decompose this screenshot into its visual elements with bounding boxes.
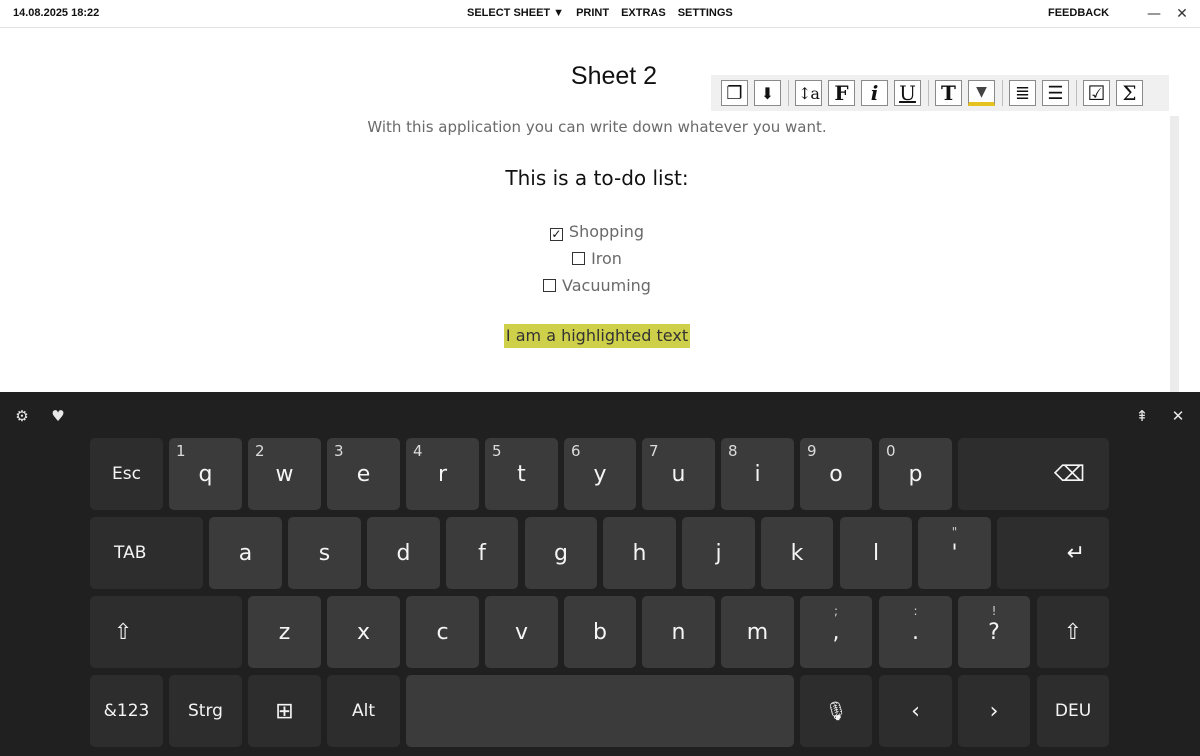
format-toolbar: ❐ ⬇ ↕a F i U T ▼ ≣ ☰ ☑ Σ (711, 75, 1169, 111)
checkbox-checked-icon[interactable]: ✓ (549, 228, 563, 241)
key-m[interactable]: m (721, 596, 794, 668)
key-space[interactable] (406, 675, 794, 747)
font-size-icon[interactable]: ↕a (795, 80, 822, 106)
key-o[interactable]: 9o (800, 438, 872, 510)
checkbox-unchecked-icon[interactable] (572, 252, 586, 265)
microphone-icon: 🎙 (824, 700, 848, 722)
key-y[interactable]: 6y (564, 438, 636, 510)
key-b[interactable]: b (564, 596, 636, 668)
key-x[interactable]: x (327, 596, 400, 668)
datetime-label: 14.08.2025 18:22 (13, 7, 100, 19)
todo-item[interactable]: Vacuuming (0, 276, 1194, 295)
key-u[interactable]: 7u (642, 438, 715, 510)
backspace-icon: ⌫ (1053, 461, 1085, 487)
bold-icon[interactable]: F (828, 80, 855, 106)
key-w[interactable]: 2w (248, 438, 321, 510)
close-icon[interactable]: ✕ (1172, 4, 1192, 24)
key-esc[interactable]: Esc (90, 438, 163, 510)
minimize-icon[interactable]: — (1144, 4, 1164, 24)
key-backspace[interactable]: ⌫ (958, 438, 1109, 510)
todo-item[interactable]: ✓ Shopping (0, 222, 1194, 241)
toolbar-divider (1002, 80, 1003, 106)
checkbox-unchecked-icon[interactable] (543, 279, 557, 292)
key-question[interactable]: !? (958, 596, 1030, 668)
key-c[interactable]: c (406, 596, 479, 668)
key-f[interactable]: f (446, 517, 518, 589)
document-area[interactable]: Sheet 2 ❐ ⬇ ↕a F i U T ▼ ≣ ☰ ☑ Σ With th… (0, 28, 1200, 392)
key-a[interactable]: a (209, 517, 282, 589)
key-s[interactable]: s (288, 517, 361, 589)
checkbox-icon[interactable]: ☑ (1083, 80, 1110, 106)
main-menu: SELECT SHEET ▼ PRINT EXTRAS SETTINGS (467, 7, 733, 19)
todo-label: Shopping (568, 222, 645, 241)
key-period[interactable]: :. (879, 596, 952, 668)
toolbar-divider (788, 80, 789, 106)
emoji-icon[interactable]: ♥ (48, 406, 68, 426)
close-keyboard-icon[interactable]: ✕ (1168, 406, 1188, 426)
bullet-list-icon[interactable]: ☰ (1042, 80, 1069, 106)
app-top-bar: 14.08.2025 18:22 SELECT SHEET ▼ PRINT EX… (0, 0, 1200, 28)
menu-select-sheet[interactable]: SELECT SHEET ▼ (467, 7, 564, 19)
highlighted-text: I am a highlighted text (504, 324, 690, 348)
key-q[interactable]: 1q (169, 438, 242, 510)
menu-settings[interactable]: SETTINGS (678, 7, 733, 19)
key-t[interactable]: 5t (485, 438, 558, 510)
highlighter-icon[interactable]: ▼ (968, 80, 995, 106)
key-g[interactable]: g (525, 517, 597, 589)
key-v[interactable]: v (485, 596, 558, 668)
key-arrow-left[interactable]: ‹ (879, 675, 952, 747)
key-ctrl[interactable]: Strg (169, 675, 242, 747)
key-shift-right[interactable]: ⇧ (1037, 596, 1109, 668)
todo-label: Iron (591, 249, 622, 268)
underline-icon[interactable]: U (894, 80, 921, 106)
key-h[interactable]: h (603, 517, 676, 589)
copy-format-icon[interactable]: ❐ (721, 80, 748, 106)
key-windows[interactable]: ⊞ (248, 675, 321, 747)
key-enter[interactable]: ↵ (997, 517, 1109, 589)
italic-icon[interactable]: i (861, 80, 888, 106)
download-icon[interactable]: ⬇ (754, 80, 781, 106)
key-arrow-right[interactable]: › (958, 675, 1030, 747)
key-language[interactable]: DEU (1037, 675, 1109, 747)
todo-label: Vacuuming (562, 276, 651, 295)
key-z[interactable]: z (248, 596, 321, 668)
key-e[interactable]: 3e (327, 438, 400, 510)
shift-icon: ⇧ (1063, 619, 1083, 645)
key-l[interactable]: l (840, 517, 912, 589)
key-r[interactable]: 4r (406, 438, 479, 510)
sum-icon[interactable]: Σ (1116, 80, 1143, 106)
menu-print[interactable]: PRINT (576, 7, 609, 19)
key-apostrophe[interactable]: " ' (918, 517, 991, 589)
key-tab[interactable]: TAB (90, 517, 203, 589)
todo-item[interactable]: Iron (0, 249, 1194, 268)
shift-icon: ⇧ (114, 619, 133, 645)
key-d[interactable]: d (367, 517, 440, 589)
text-style-icon[interactable]: T (935, 80, 962, 106)
menu-extras[interactable]: EXTRAS (621, 7, 666, 19)
chevron-left-icon: ‹ (911, 698, 920, 724)
toolbar-divider (1076, 80, 1077, 106)
key-k[interactable]: k (761, 517, 833, 589)
feedback-link[interactable]: FEEDBACK (1048, 7, 1109, 19)
key-i[interactable]: 8i (721, 438, 794, 510)
todo-heading: This is a to-do list: (505, 166, 689, 190)
toolbar-divider (928, 80, 929, 106)
enter-icon: ↵ (1066, 540, 1085, 566)
key-alt[interactable]: Alt (327, 675, 400, 747)
key-n[interactable]: n (642, 596, 715, 668)
key-p[interactable]: 0p (879, 438, 952, 510)
key-comma[interactable]: ;, (800, 596, 872, 668)
keyboard-settings-icon[interactable]: ⚙ (12, 406, 32, 426)
touch-keyboard: ⚙ ♥ ⇞ ✕ Esc 1q 2w 3e 4r 5t 6y 7u 8i 9o 0… (0, 392, 1200, 756)
align-center-icon[interactable]: ≣ (1009, 80, 1036, 106)
key-microphone[interactable]: 🎙 (800, 675, 872, 747)
key-shift-left[interactable]: ⇧ (90, 596, 242, 668)
chevron-right-icon: › (989, 698, 999, 724)
dock-keyboard-icon[interactable]: ⇞ (1132, 406, 1152, 426)
key-symbols[interactable]: &123 (90, 675, 163, 747)
windows-icon: ⊞ (275, 698, 294, 724)
document-scrollbar[interactable] (1170, 116, 1179, 392)
key-j[interactable]: j (682, 517, 755, 589)
intro-text: With this application you can write down… (367, 118, 827, 136)
